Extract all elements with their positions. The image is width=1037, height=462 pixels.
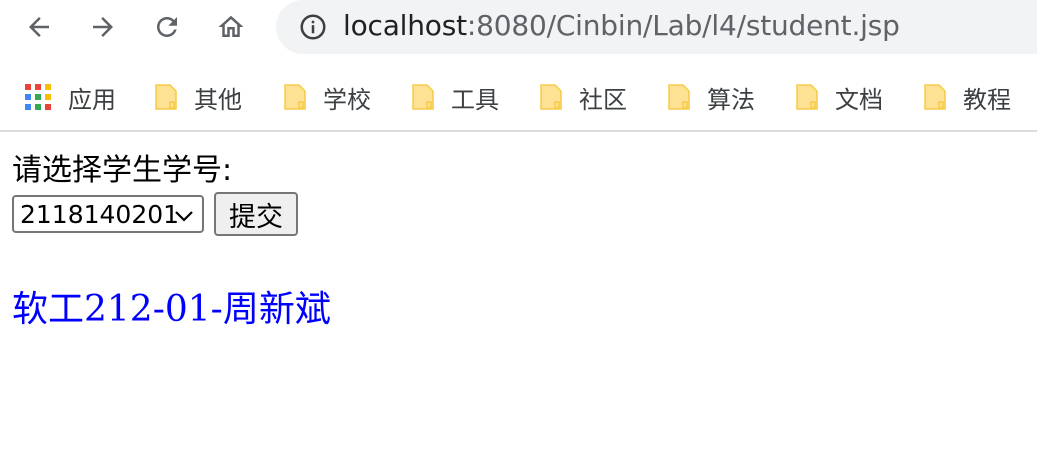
bookmark-folder-other[interactable]: 其他 — [154, 80, 242, 114]
forward-button[interactable] — [81, 5, 125, 49]
url-host: localhost — [343, 9, 467, 42]
bookmark-folder-algorithms[interactable]: 算法 — [667, 80, 755, 114]
bookmark-label: 教程 — [963, 85, 1011, 114]
folder-icon — [796, 84, 818, 110]
select-prompt: 请选择学生学号: — [12, 153, 233, 188]
home-button[interactable] — [209, 5, 253, 49]
url-text[interactable]: localhost:8080/Cinbin/Lab/l4/student.jsp — [343, 9, 900, 43]
apps-grid-icon — [25, 84, 51, 110]
bookmarks-bar: 应用 其他 学校 工具 社区 算法 文档 教程 — [0, 66, 1037, 130]
bookmark-folder-school[interactable]: 学校 — [283, 80, 371, 114]
form-row: 2118140201 提交 — [12, 192, 298, 236]
bookmark-label: 应用 — [68, 85, 116, 114]
bookmark-apps[interactable]: 应用 — [24, 80, 116, 114]
chevron-down-icon — [175, 211, 193, 222]
submit-button[interactable]: 提交 — [214, 192, 298, 236]
arrow-right-icon — [93, 17, 113, 37]
page-form: 请选择学生学号: 2118140201 提交 — [12, 152, 298, 236]
bookmark-label: 其他 — [194, 85, 242, 114]
student-id-select[interactable]: 2118140201 — [12, 195, 204, 233]
home-icon — [218, 15, 244, 37]
bookmark-folder-docs[interactable]: 文档 — [795, 80, 883, 114]
folder-icon — [412, 84, 434, 110]
browser-toolbar: localhost:8080/Cinbin/Lab/l4/student.jsp — [0, 0, 1037, 56]
bookmark-folder-tutorials[interactable]: 教程 — [923, 80, 1011, 114]
address-bar[interactable]: localhost:8080/Cinbin/Lab/l4/student.jsp — [276, 0, 1037, 54]
arrow-left-icon — [29, 17, 49, 37]
folder-icon — [540, 84, 562, 110]
folder-icon — [284, 84, 306, 110]
bookmark-folder-tools[interactable]: 工具 — [411, 80, 499, 114]
bookmark-label: 工具 — [451, 85, 499, 114]
bookmark-label: 学校 — [323, 85, 371, 114]
student-result-text: 软工212-01-周新斌 — [12, 289, 331, 330]
bookmark-label: 文档 — [835, 85, 883, 114]
folder-icon — [924, 84, 946, 110]
reload-icon — [157, 17, 177, 37]
toolbar-divider — [0, 130, 1037, 132]
bookmark-label: 社区 — [579, 85, 627, 114]
info-icon[interactable] — [298, 12, 328, 42]
bookmark-folder-community[interactable]: 社区 — [539, 80, 627, 114]
select-value: 2118140201 — [20, 199, 180, 229]
url-path: :8080/Cinbin/Lab/l4/student.jsp — [466, 9, 900, 42]
folder-icon — [155, 84, 177, 110]
reload-button[interactable] — [145, 5, 189, 49]
back-button[interactable] — [17, 5, 61, 49]
bookmark-label: 算法 — [707, 85, 755, 114]
folder-icon — [668, 84, 690, 110]
